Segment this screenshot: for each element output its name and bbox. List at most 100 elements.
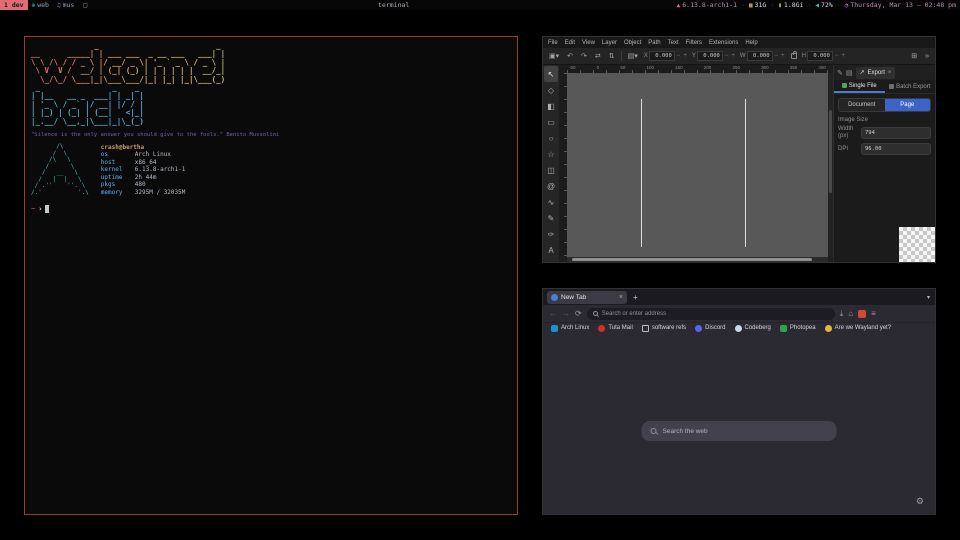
vertical-line-object[interactable]	[641, 99, 642, 247]
tab-batch-export[interactable]: Batch Export	[885, 80, 936, 93]
list-all-tabs-icon[interactable]: ▾	[927, 294, 930, 301]
y-input[interactable]: 0.000	[697, 51, 723, 61]
menu-view[interactable]: View	[582, 40, 595, 46]
menu-object[interactable]: Object	[624, 40, 641, 46]
fetch-value: Arch Linux	[135, 151, 171, 159]
toolbar-overflow-icon[interactable]: »	[923, 53, 931, 60]
tool-pencil[interactable]: ✎	[544, 210, 558, 226]
tool-selector[interactable]: ↖	[544, 66, 558, 82]
document-button[interactable]: Document	[839, 99, 885, 111]
downloads-icon[interactable]: ⤓	[840, 309, 844, 319]
terminal-window[interactable]: _ _ __ _____| | ___ ___ _ __ ___ ___| | …	[24, 36, 518, 515]
bookmark-codeberg[interactable]: Codeberg	[735, 325, 771, 332]
fetch-label: kernel	[101, 166, 135, 174]
x-input[interactable]: 0.000	[649, 51, 675, 61]
x-minus-button[interactable]: −	[676, 53, 682, 59]
h-minus-button[interactable]: −	[834, 53, 840, 59]
bookmark-discord[interactable]: Discord	[695, 325, 725, 332]
home-icon[interactable]: ⌂	[848, 309, 853, 318]
gear-icon[interactable]: ⚙	[916, 496, 924, 507]
document-properties-icon[interactable]: ✎	[837, 69, 843, 77]
horizontal-scrollbar[interactable]	[567, 257, 828, 262]
h-input[interactable]: 0.000	[807, 51, 833, 61]
newtab-search-box[interactable]: Search the web	[642, 421, 837, 441]
lock-ratio-icon[interactable]	[791, 53, 797, 59]
bookmark-are-we-wayland-yet[interactable]: Are we Wayland yet?	[825, 325, 891, 332]
tool-text[interactable]: A	[544, 242, 558, 258]
bookmark-label: Photopea	[790, 325, 816, 331]
tab-new-tab[interactable]: New Tab ×	[547, 291, 627, 304]
width-px-input[interactable]: 794	[861, 127, 931, 139]
forward-icon[interactable]: →	[562, 309, 570, 318]
tool-node[interactable]: ◇	[544, 82, 558, 98]
tab-single-file[interactable]: Single File	[834, 80, 885, 93]
status-volume: ◀ 72%	[815, 1, 832, 9]
speaker-icon: ◀	[815, 2, 819, 9]
h-plus-button[interactable]: +	[840, 53, 846, 59]
page-button[interactable]: Page	[885, 99, 931, 111]
fetch-row: pkgs 480	[101, 181, 186, 189]
workspace-tag-web[interactable]: ⊕ web	[28, 0, 53, 10]
horizontal-ruler[interactable]: -500 50100 150200 250300 350400	[567, 65, 828, 73]
align-dropdown-icon[interactable]: ▤▾	[626, 52, 640, 60]
reload-icon[interactable]: ⟳	[575, 309, 582, 318]
layout-symbol-icon[interactable]: □	[78, 1, 92, 9]
w-minus-button[interactable]: −	[774, 53, 780, 59]
rotate-cw-icon[interactable]: ↷	[579, 52, 589, 60]
new-tab-button[interactable]: +	[633, 293, 638, 302]
menu-text[interactable]: Text	[668, 40, 679, 46]
ublock-extension-icon[interactable]	[858, 310, 866, 318]
menu-layer[interactable]: Layer	[602, 40, 617, 46]
menu-path[interactable]: Path	[648, 40, 660, 46]
tool-3dbox[interactable]: ◫	[544, 162, 558, 178]
y-minus-button[interactable]: −	[724, 53, 730, 59]
tool-ellipse[interactable]: ○	[544, 130, 558, 146]
workspace-tag-dev[interactable]: 1 dev	[0, 0, 28, 10]
y-plus-button[interactable]: +	[730, 53, 736, 59]
bookmark-folder-software-refs[interactable]: software refs	[642, 325, 686, 332]
tool-options-icon[interactable]: ▣▾	[547, 52, 561, 60]
x-plus-button[interactable]: +	[682, 53, 688, 59]
tool-shape-builder[interactable]: ◧	[544, 98, 558, 114]
tool-star[interactable]: ☆	[544, 146, 558, 162]
scrollbar-thumb[interactable]	[829, 110, 832, 193]
bookmark-photopea[interactable]: Photopea	[780, 325, 816, 332]
menu-help[interactable]: Help	[745, 40, 757, 46]
url-bar[interactable]: Search or enter address	[587, 308, 835, 320]
bookmark-tuta-mail[interactable]: Tuta Mail	[598, 325, 632, 332]
tool-pen[interactable]: ∿	[544, 194, 558, 210]
dpi-input[interactable]: 96.00	[861, 143, 931, 155]
tool-calligraphy[interactable]: ✑	[544, 226, 558, 242]
bookmark-arch-linux[interactable]: Arch Linux	[551, 325, 589, 332]
menu-filters[interactable]: Filters	[686, 40, 702, 46]
menu-hamburger-icon[interactable]: ≡	[871, 309, 876, 318]
menu-extensions[interactable]: Extensions	[709, 40, 738, 46]
w-input[interactable]: 0.000	[747, 51, 773, 61]
scrollbar-thumb[interactable]	[572, 258, 812, 261]
back-icon[interactable]: ←	[549, 309, 557, 318]
menu-file[interactable]: File	[548, 40, 558, 46]
tab-close-icon[interactable]: ×	[619, 294, 623, 301]
workspace-tag-mus[interactable]: ♫ mus	[53, 0, 78, 10]
flip-vertical-icon[interactable]: ⇅	[607, 52, 617, 60]
tool-rectangle[interactable]: ▭	[544, 114, 558, 130]
separator: ·	[807, 1, 811, 9]
layers-icon[interactable]: ▤	[846, 69, 853, 77]
rotate-ccw-icon[interactable]: ↶	[565, 52, 575, 60]
tool-spiral[interactable]: @	[544, 178, 558, 194]
separator: ·	[770, 1, 774, 9]
close-icon[interactable]: ×	[888, 70, 892, 76]
w-plus-button[interactable]: +	[780, 53, 786, 59]
drawing-canvas[interactable]	[567, 73, 828, 257]
fetch-label: uptime	[101, 174, 135, 182]
shell-prompt[interactable]: ~ ›	[31, 205, 511, 213]
export-dock-tab[interactable]: ↗ Export ×	[856, 67, 896, 79]
tag-label: 1 dev	[4, 1, 24, 9]
x-coordinate-field: X 0.000 − +	[644, 51, 688, 61]
menu-edit[interactable]: Edit	[565, 40, 575, 46]
fetch-value: x86_64	[135, 159, 157, 167]
snap-controls-icon[interactable]: ⊞	[909, 52, 919, 60]
vertical-ruler[interactable]	[559, 73, 567, 257]
flip-horizontal-icon[interactable]: ⇄	[593, 52, 603, 60]
vertical-line-object[interactable]	[745, 99, 746, 247]
